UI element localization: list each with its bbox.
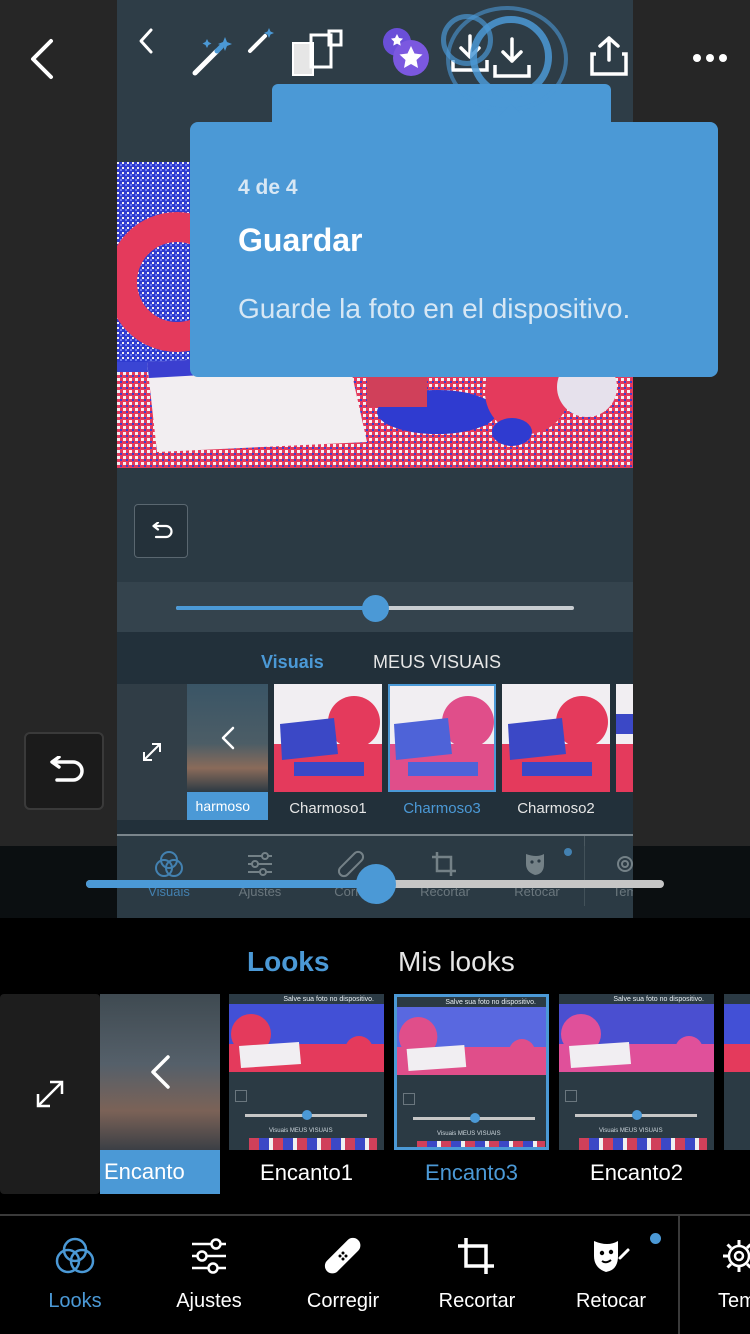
toolbar-label: Looks (48, 1290, 102, 1312)
toolbar-temas[interactable]: Tem (680, 1236, 750, 1313)
tooltip-body: Guarde la foto en el dispositivo. (238, 293, 631, 324)
premium-star-icon[interactable] (379, 24, 433, 80)
coachmark-tooltip[interactable]: 4 de 4 Guardar Guarde la foto en el disp… (190, 122, 718, 377)
undo-icon (50, 756, 84, 782)
thumb-mini-tabs: Visuais MEUS VISUAIS (269, 1128, 333, 1134)
retocar-notification-dot (650, 1233, 661, 1244)
tab-mis-looks[interactable]: Mis looks (398, 946, 515, 978)
outer-undo-button[interactable] (24, 732, 104, 810)
inner-look-label-selected: Charmoso3 (403, 800, 481, 817)
chevron-left-icon (151, 1055, 170, 1089)
inner-look-thumb[interactable] (274, 684, 382, 792)
inner-back-icon[interactable] (131, 24, 161, 58)
thumb-mini-tabs: Visuais MEUS VISUAIS (437, 1131, 501, 1137)
sliders-icon (192, 1238, 226, 1274)
look-thumb-selected[interactable]: Salve sua foto no dispositivo. Visuais M… (394, 994, 549, 1150)
inner-expand-button[interactable] (117, 684, 187, 820)
thumb-caption: Salve sua foto no dispositivo. (283, 996, 374, 1003)
inner-look-original-thumb[interactable] (187, 684, 268, 792)
ellipsis-icon (693, 54, 727, 62)
inner-tab-visuais[interactable]: Visuais (261, 652, 324, 673)
toolbar-label: Corregir (306, 1290, 380, 1312)
inner-intensity-slider-knob[interactable] (362, 595, 389, 622)
expand-looks-button[interactable] (0, 994, 100, 1194)
inner-look-thumb-selected[interactable] (388, 684, 496, 792)
looks-icon (55, 1237, 95, 1274)
inner-look-thumb[interactable] (502, 684, 610, 792)
tab-looks[interactable]: Looks (247, 946, 329, 978)
magic-wand-icon[interactable] (187, 30, 237, 82)
look-thumb-partial[interactable] (724, 994, 750, 1150)
toolbar-looks[interactable]: Looks (8, 1236, 142, 1313)
thumb-mini-tabs: Visuais MEUS VISUAIS (599, 1128, 663, 1134)
inner-tab-meus-visuais[interactable]: MEUS VISUAIS (373, 652, 501, 673)
intensity-slider-knob[interactable] (356, 864, 396, 904)
look-label: Encanto1 (260, 1160, 353, 1185)
retouch-mask-icon (594, 1241, 630, 1272)
toolbar-corregir[interactable]: Corregir (276, 1236, 410, 1313)
toolbar-label: Ajustes (176, 1290, 242, 1312)
look-label: Encanto2 (590, 1160, 683, 1185)
chevron-left-icon (221, 726, 234, 750)
inner-share-icon[interactable] (587, 32, 631, 80)
bandage-icon (324, 1237, 361, 1274)
back-button[interactable] (20, 34, 64, 84)
look-label-selected: Encanto3 (425, 1160, 518, 1185)
auto-fix-icon[interactable] (243, 24, 277, 58)
toolbar-recortar[interactable]: Recortar (410, 1236, 544, 1313)
toolbar-label: Tem (718, 1290, 750, 1312)
toolbar-label: Recortar (438, 1290, 516, 1312)
save-highlight-ring-small (441, 14, 493, 66)
compare-icon[interactable] (287, 28, 347, 80)
inner-undo-button[interactable] (134, 504, 188, 558)
thumb-caption: Salve sua foto no dispositivo. (613, 996, 704, 1003)
look-thumb[interactable]: Salve sua foto no dispositivo. Visuais M… (229, 994, 384, 1150)
expand-icon (36, 1080, 64, 1108)
inner-look-label: Charmoso2 (517, 800, 595, 817)
tooltip-title: Guardar (238, 222, 363, 258)
toolbar-ajustes[interactable]: Ajustes (142, 1236, 276, 1313)
save-button[interactable] (488, 34, 536, 82)
look-thumb[interactable]: Salve sua foto no dispositivo. Visuais M… (559, 994, 714, 1150)
inner-look-original-label: harmoso (187, 792, 268, 820)
inner-look-label: Charmoso1 (289, 800, 367, 817)
undo-icon (152, 522, 173, 539)
look-original-label: Encanto (100, 1150, 220, 1194)
look-original-thumb[interactable] (100, 994, 220, 1150)
toolbar-label: Retocar (575, 1290, 647, 1312)
chevron-left-icon (31, 39, 53, 79)
toolbar-retocar[interactable]: Retocar (544, 1236, 678, 1313)
crop-icon (458, 1238, 494, 1274)
looks-tab-bar (0, 918, 750, 994)
inner-look-thumb-partial[interactable] (616, 684, 633, 792)
inner-intensity-slider-fill (176, 606, 376, 610)
intensity-slider-fill (86, 880, 376, 888)
thumb-caption: Salve sua foto no dispositivo. (445, 999, 536, 1006)
download-icon (493, 37, 531, 78)
expand-icon (143, 743, 161, 761)
gear-icon (723, 1240, 750, 1272)
more-options-button[interactable] (688, 40, 732, 76)
tooltip-step: 4 de 4 (238, 176, 298, 199)
